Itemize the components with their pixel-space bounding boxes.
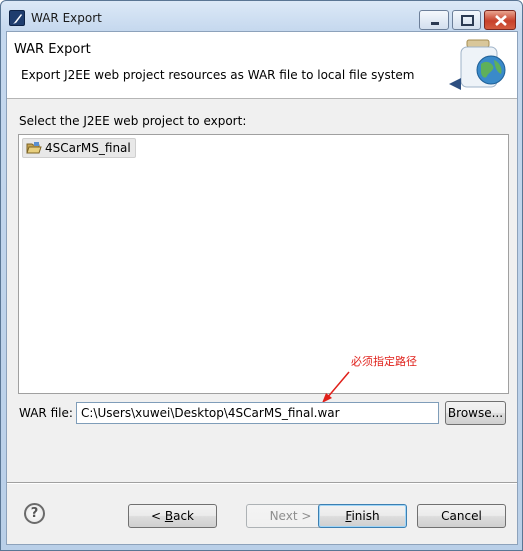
project-section-label: Select the J2EE web project to export: [19,114,247,128]
war-file-label: WAR file: [19,406,73,420]
minimize-button[interactable] [419,10,449,30]
page-description: Export J2EE web project resources as WAR… [21,68,415,82]
annotation-arrow-icon [322,371,350,403]
window-title: WAR Export [31,11,102,25]
eclipse-app-icon [9,10,25,26]
browse-button[interactable]: Browse... [445,401,506,425]
page-title: WAR Export [14,42,91,57]
back-button-rest: ack [173,509,194,523]
back-button-prefix: < [150,509,165,523]
cancel-button[interactable]: Cancel [417,504,506,528]
maximize-button[interactable] [452,10,481,30]
annotation-text: 必须指定路径 [351,355,417,368]
finish-button-rest: inish [351,509,380,523]
war-export-window: WAR Export WAR Export Export J2EE web pr… [0,0,523,551]
open-folder-icon [26,141,42,155]
title-bar[interactable]: WAR Export [1,1,522,31]
footer-separator [7,482,517,484]
back-button[interactable]: < Back [128,504,217,528]
help-icon[interactable]: ? [24,503,45,524]
back-button-mnemonic: B [164,509,174,523]
project-list[interactable]: 4SCarMS_final [18,134,509,394]
project-item-label: 4SCarMS_final [45,141,131,155]
dialog-client-area: WAR Export Export J2EE web project resou… [6,31,518,545]
war-file-input[interactable] [76,402,439,424]
close-button[interactable] [484,10,516,30]
project-item-4scarms-final[interactable]: 4SCarMS_final [22,138,136,158]
war-export-globe-icon [447,38,509,96]
finish-button[interactable]: Finish [318,504,407,528]
wizard-header: WAR Export Export J2EE web project resou… [7,32,517,99]
